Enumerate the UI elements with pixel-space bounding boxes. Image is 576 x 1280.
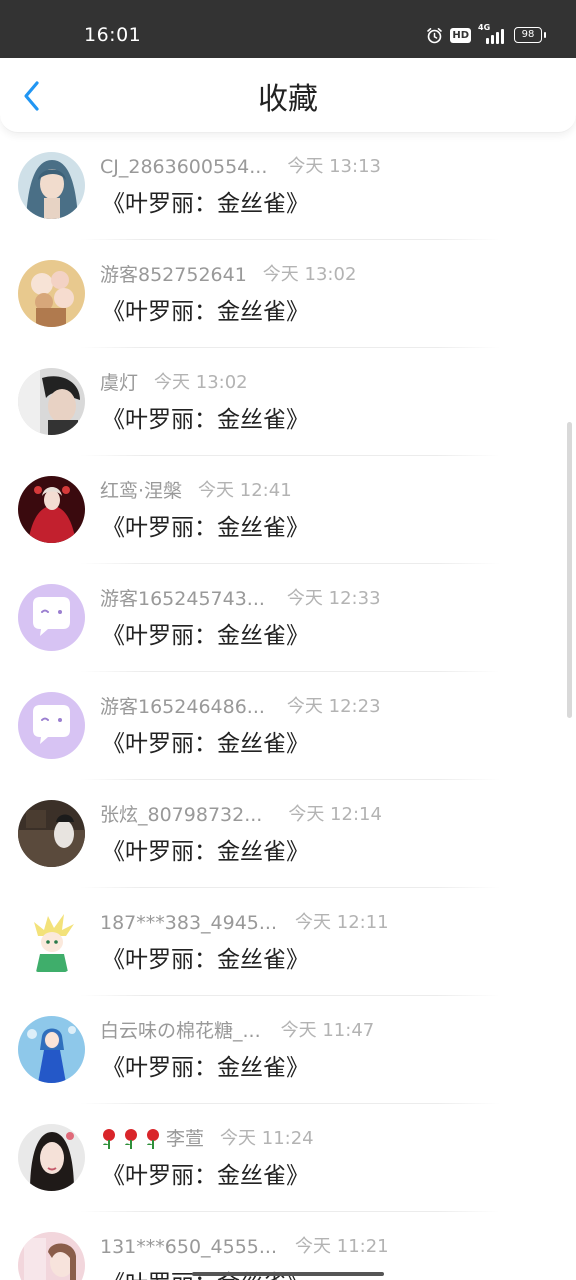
username: 游客165246486... <box>100 696 265 718</box>
status-time: 16:01 <box>84 24 142 46</box>
item-title: 《叶罗丽：金丝雀》 <box>102 947 309 973</box>
username: 虞灯 <box>100 372 139 394</box>
item-meta: CJ_2863600554... 今天 13:13 <box>100 154 381 180</box>
scrollbar[interactable] <box>567 422 572 718</box>
avatar[interactable] <box>18 152 85 219</box>
list-item[interactable]: 张炫_80798732... 今天 12:14 《叶罗丽：金丝雀》 <box>0 780 576 888</box>
timestamp: 今天 13:02 <box>262 264 357 285</box>
rose-icon <box>147 1129 159 1149</box>
list-item[interactable]: 游客165245743... 今天 12:33 《叶罗丽：金丝雀》 <box>0 564 576 672</box>
timestamp: 今天 11:47 <box>280 1020 375 1041</box>
username: 李萱 <box>166 1128 205 1150</box>
item-meta: 李萱 今天 11:24 <box>100 1126 314 1152</box>
item-title: 《叶罗丽：金丝雀》 <box>102 623 309 649</box>
timestamp: 今天 12:11 <box>295 912 389 933</box>
item-meta: 游客165245743... 今天 12:33 <box>100 586 381 612</box>
avatar[interactable] <box>18 1232 85 1280</box>
item-meta: 游客852752641 今天 13:02 <box>100 262 356 288</box>
timestamp: 今天 11:21 <box>295 1236 389 1257</box>
item-title: 《叶罗丽：金丝雀》 <box>102 1163 309 1189</box>
avatar[interactable] <box>18 1124 85 1191</box>
list-item[interactable]: CJ_2863600554... 今天 13:13 《叶罗丽：金丝雀》 <box>0 132 576 240</box>
status-bar: 16:01 HD 4G 98 <box>0 0 576 58</box>
item-title: 《叶罗丽：金丝雀》 <box>102 731 309 757</box>
rose-icon <box>125 1129 137 1149</box>
list-item[interactable]: 131***650_4555... 今天 11:21 《叶罗丽：金丝雀》 <box>0 1212 576 1280</box>
item-title: 《叶罗丽：金丝雀》 <box>102 191 309 217</box>
avatar[interactable] <box>18 260 85 327</box>
item-title: 《叶罗丽：金丝雀》 <box>102 1055 309 1081</box>
username: 张炫_80798732... <box>100 804 263 826</box>
list-item[interactable]: 游客852752641 今天 13:02 《叶罗丽：金丝雀》 <box>0 240 576 348</box>
username: 187***383_4945... <box>100 912 278 934</box>
rose-emojis <box>100 1128 162 1150</box>
timestamp: 今天 13:02 <box>154 372 248 393</box>
timestamp: 今天 12:14 <box>288 804 382 825</box>
list-item[interactable]: 李萱 今天 11:24 《叶罗丽：金丝雀》 <box>0 1104 576 1212</box>
battery-icon: 98 <box>514 27 546 43</box>
item-title: 《叶罗丽：金丝雀》 <box>102 299 309 325</box>
timestamp: 今天 12:41 <box>198 480 292 501</box>
favorites-list: CJ_2863600554... 今天 13:13 《叶罗丽：金丝雀》 游客85… <box>0 132 576 1280</box>
item-meta: 张炫_80798732... 今天 12:14 <box>100 802 382 828</box>
item-meta: 131***650_4555... 今天 11:21 <box>100 1234 389 1260</box>
item-meta: 白云味の棉花糖_... 今天 11:47 <box>100 1018 374 1044</box>
page-title: 收藏 <box>258 82 318 117</box>
timestamp: 今天 12:23 <box>286 696 381 717</box>
username: CJ_2863600554... <box>100 156 268 178</box>
hd-badge: HD <box>450 27 471 43</box>
avatar[interactable] <box>18 800 85 867</box>
alarm-icon <box>426 27 443 44</box>
item-meta: 游客165246486... 今天 12:23 <box>100 694 381 720</box>
username: 红鸾·涅槃 <box>100 480 183 502</box>
list-item[interactable]: 白云味の棉花糖_... 今天 11:47 《叶罗丽：金丝雀》 <box>0 996 576 1104</box>
avatar[interactable] <box>18 368 85 435</box>
signal-icon: 4G <box>478 23 504 45</box>
username: 131***650_4555... <box>100 1236 278 1258</box>
timestamp: 今天 12:33 <box>286 588 381 609</box>
item-title: 《叶罗丽：金丝雀》 <box>102 407 309 433</box>
home-indicator[interactable] <box>192 1272 384 1276</box>
item-title: 《叶罗丽：金丝雀》 <box>102 839 309 865</box>
avatar[interactable] <box>18 584 85 651</box>
username: 白云味の棉花糖_... <box>100 1020 261 1042</box>
avatar[interactable] <box>18 692 85 759</box>
status-icons: HD 4G 98 <box>426 23 546 46</box>
item-title: 《叶罗丽：金丝雀》 <box>102 515 309 541</box>
item-meta: 虞灯 今天 13:02 <box>100 370 248 396</box>
avatar[interactable] <box>18 1016 85 1083</box>
list-item[interactable]: 187***383_4945... 今天 12:11 《叶罗丽：金丝雀》 <box>0 888 576 996</box>
header: 收藏 <box>0 58 576 133</box>
battery-level: 98 <box>521 29 535 40</box>
rose-icon <box>103 1129 115 1149</box>
avatar[interactable] <box>18 476 85 543</box>
username: 游客165245743... <box>100 588 265 610</box>
list-item[interactable]: 游客165246486... 今天 12:23 《叶罗丽：金丝雀》 <box>0 672 576 780</box>
item-meta: 红鸾·涅槃 今天 12:41 <box>100 478 292 504</box>
timestamp: 今天 11:24 <box>220 1128 314 1149</box>
username: 游客852752641 <box>100 264 247 286</box>
item-meta: 187***383_4945... 今天 12:11 <box>100 910 389 936</box>
timestamp: 今天 13:13 <box>287 156 381 177</box>
list-item[interactable]: 虞灯 今天 13:02 《叶罗丽：金丝雀》 <box>0 348 576 456</box>
avatar[interactable] <box>18 908 85 975</box>
list-item[interactable]: 红鸾·涅槃 今天 12:41 《叶罗丽：金丝雀》 <box>0 456 576 564</box>
